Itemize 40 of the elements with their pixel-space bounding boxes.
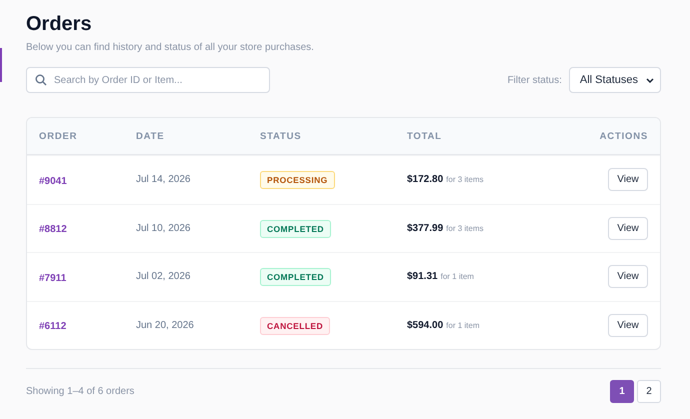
page-button[interactable]: 2 xyxy=(637,380,661,403)
order-total: $377.99 xyxy=(407,222,444,234)
active-indicator xyxy=(0,48,2,82)
item-count: for 3 items xyxy=(446,175,484,184)
page-title: Orders xyxy=(26,12,93,36)
chevron-down-icon xyxy=(646,78,654,82)
view-button[interactable]: View xyxy=(608,265,648,288)
item-count: for 1 item xyxy=(446,320,480,330)
order-date: Jul 10, 2026 xyxy=(136,222,192,234)
order-date: Jul 02, 2026 xyxy=(136,271,192,282)
item-count: for 1 item xyxy=(440,272,474,282)
column-header: DATE xyxy=(136,130,166,142)
order-link[interactable]: #6112 xyxy=(39,321,66,332)
column-header: ACTIONS xyxy=(600,130,648,142)
order-total: $91.31 xyxy=(407,271,438,282)
page-subtitle: Below you can find history and status of all your store purchases. xyxy=(26,42,315,53)
search-field[interactable]: Search by Order ID or Item... xyxy=(26,67,270,93)
item-count: for 3 items xyxy=(446,224,484,233)
order-date: Jun 20, 2026 xyxy=(136,320,195,331)
status-dropdown[interactable]: All Statuses xyxy=(568,67,661,93)
status-badge: PROCESSING xyxy=(260,171,335,190)
order-total: $172.80 xyxy=(407,174,444,186)
status-badge: COMPLETED xyxy=(260,220,331,238)
results-summary: Showing 1–4 of 6 orders xyxy=(26,386,134,397)
status-badge: CANCELLED xyxy=(260,316,330,335)
view-button[interactable]: View xyxy=(608,168,648,192)
view-button[interactable]: View xyxy=(608,314,648,337)
order-date: Jul 14, 2026 xyxy=(136,174,192,186)
order-link[interactable]: #7911 xyxy=(39,272,66,284)
view-button[interactable]: View xyxy=(608,216,648,240)
page-button[interactable]: 1 xyxy=(610,380,634,403)
order-link[interactable]: #9041 xyxy=(39,176,67,187)
filter-label: Filter status: xyxy=(507,74,562,86)
column-header: TOTAL xyxy=(407,130,443,142)
status-badge: COMPLETED xyxy=(260,268,331,286)
order-link[interactable]: #8812 xyxy=(39,224,67,236)
search-icon xyxy=(35,74,47,86)
order-total: $594.00 xyxy=(407,320,444,331)
column-header: ORDER xyxy=(39,130,78,142)
column-header: STATUS xyxy=(260,130,302,142)
